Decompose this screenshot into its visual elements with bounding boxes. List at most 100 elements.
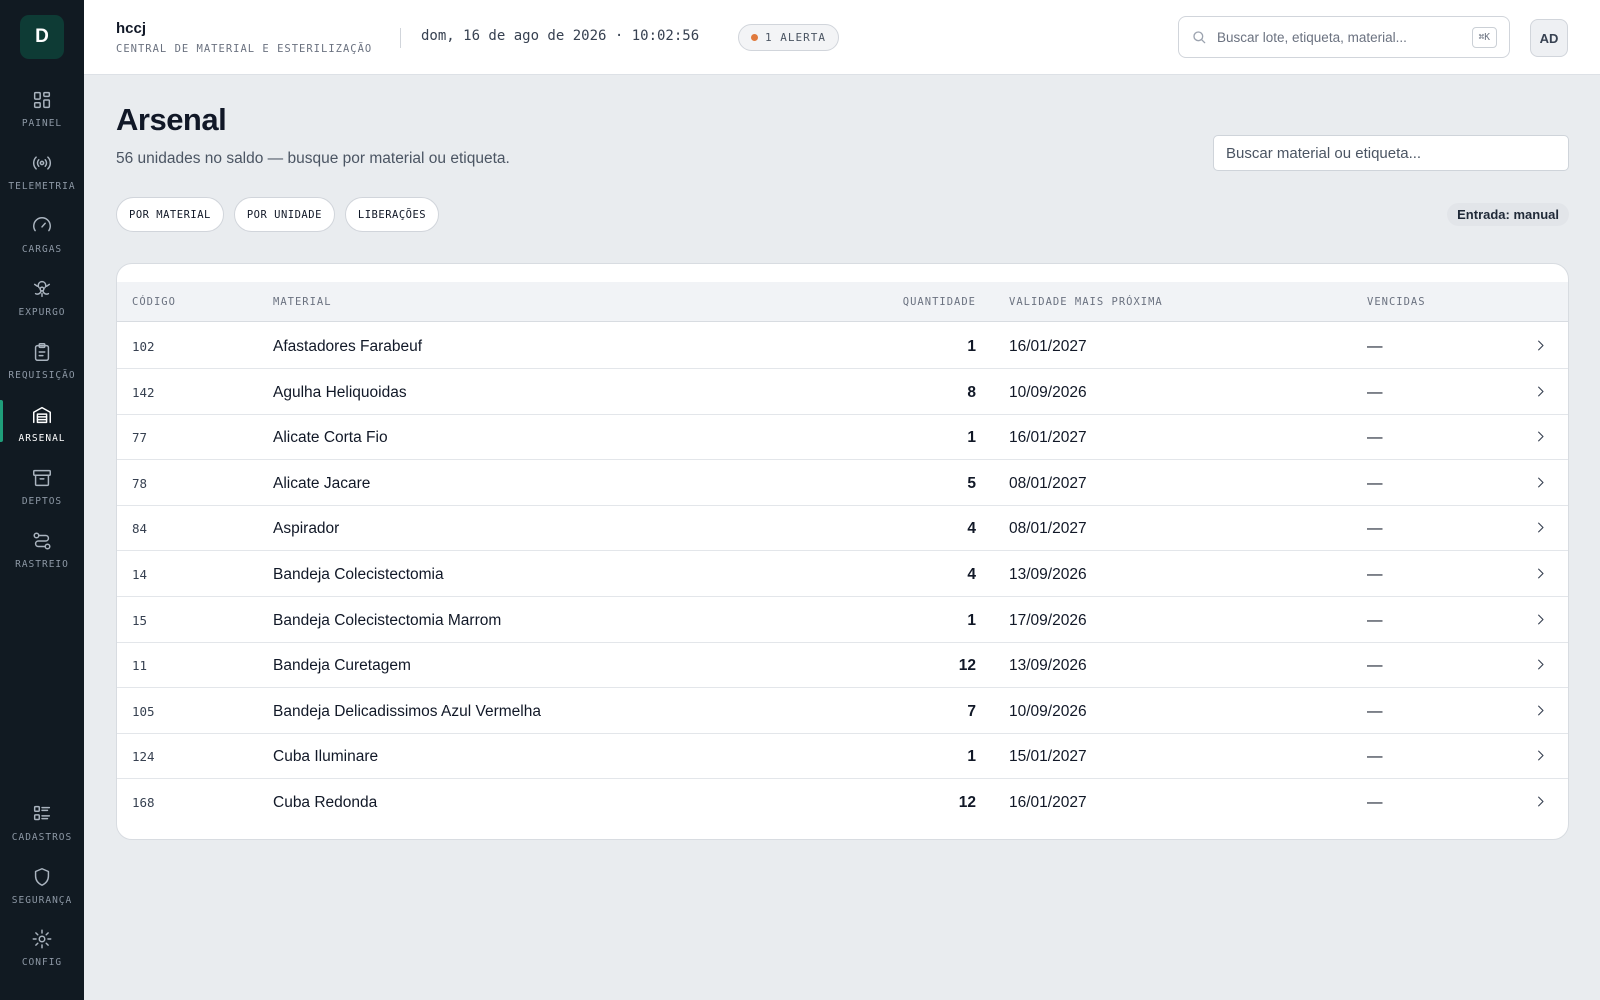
global-search-input[interactable]	[1217, 29, 1457, 45]
sidebar-item-painel[interactable]: PAINEL	[0, 79, 84, 139]
app-logo[interactable]: D	[20, 15, 64, 59]
cell-validity: 16/01/2027	[1009, 794, 1087, 811]
chevron-right-icon[interactable]	[1533, 748, 1548, 763]
sidebar: D PAINEL TELEMETRIA CARGAS EXPURGO REQUI…	[0, 0, 84, 1000]
grid-icon	[33, 91, 51, 109]
table-row[interactable]: 78 Alicate Jacare 5 08/01/2027 —	[117, 460, 1568, 506]
chevron-right-icon[interactable]	[1533, 657, 1548, 672]
cell-expired: —	[1367, 383, 1383, 401]
column-header-code[interactable]: CÓDIGO	[132, 296, 176, 308]
sidebar-item-label: EXPURGO	[18, 307, 66, 318]
list-icon	[33, 805, 51, 821]
table-row[interactable]: 77 Alicate Corta Fio 1 16/01/2027 —	[117, 414, 1568, 461]
sidebar-item-seguranca[interactable]: SEGURANÇA	[0, 856, 84, 916]
entry-mode-badge: Entrada: manual	[1447, 203, 1569, 226]
current-datetime: dom, 16 de ago de 2026 · 10:02:56	[421, 28, 700, 44]
header-divider	[400, 28, 401, 48]
table-row[interactable]: 124 Cuba Iluminare 1 15/01/2027 —	[117, 733, 1568, 780]
column-header-validity[interactable]: VALIDADE MAIS PRÓXIMA	[1009, 296, 1163, 308]
cell-quantity: 5	[967, 474, 976, 492]
sidebar-item-cargas[interactable]: CARGAS	[0, 205, 84, 265]
cell-quantity: 4	[967, 520, 976, 538]
cell-material: Cuba Redonda	[273, 794, 378, 811]
sidebar-item-rastreio[interactable]: RASTREIO	[0, 520, 84, 580]
sidebar-item-label: REQUISIÇÃO	[8, 370, 76, 381]
top-header: hccj CENTRAL DE MATERIAL E ESTERILIZAÇÃO…	[84, 0, 1600, 75]
shield-icon	[34, 868, 50, 886]
arsenal-table: CÓDIGO MATERIAL QUANTIDADE VALIDADE MAIS…	[116, 263, 1569, 840]
table-row[interactable]: 102 Afastadores Farabeuf 1 16/01/2027 —	[117, 323, 1568, 369]
view-tabs: POR MATERIAL POR UNIDADE LIBERAÇÕES	[116, 197, 440, 232]
cell-material: Alicate Corta Fio	[273, 429, 388, 447]
chevron-right-icon[interactable]	[1533, 566, 1548, 581]
clipboard-icon	[34, 343, 50, 361]
cell-validity: 15/01/2027	[1009, 748, 1087, 766]
cell-expired: —	[1367, 429, 1383, 447]
org-subtitle: CENTRAL DE MATERIAL E ESTERILIZAÇÃO	[116, 43, 373, 55]
chevron-right-icon[interactable]	[1533, 794, 1548, 809]
sidebar-item-requisicao[interactable]: REQUISIÇÃO	[0, 331, 84, 391]
cell-quantity: 7	[967, 702, 976, 720]
sidebar-item-arsenal[interactable]: ARSENAL	[0, 394, 84, 454]
warehouse-icon	[33, 406, 51, 424]
cell-validity: 10/09/2026	[1009, 702, 1087, 720]
route-icon	[33, 532, 51, 550]
sidebar-item-label: SEGURANÇA	[11, 895, 73, 906]
cell-quantity: 1	[967, 748, 976, 766]
material-search-input[interactable]	[1213, 135, 1569, 171]
cell-material: Bandeja Curetagem	[273, 657, 411, 675]
tab-por-material[interactable]: POR MATERIAL	[116, 197, 224, 232]
chevron-right-icon[interactable]	[1533, 429, 1548, 444]
table-header: CÓDIGO MATERIAL QUANTIDADE VALIDADE MAIS…	[117, 282, 1568, 322]
chevron-right-icon[interactable]	[1533, 703, 1548, 718]
chevron-right-icon[interactable]	[1533, 612, 1548, 627]
column-header-expired[interactable]: VENCIDAS	[1367, 296, 1426, 308]
sidebar-item-config[interactable]: CONFIG	[0, 918, 84, 978]
cell-quantity: 12	[958, 657, 976, 675]
sidebar-item-telemetria[interactable]: TELEMETRIA	[0, 142, 84, 202]
table-row[interactable]: 14 Bandeja Colecistectomia 4 13/09/2026 —	[117, 551, 1568, 597]
cell-quantity: 12	[958, 794, 976, 811]
sidebar-item-deptos[interactable]: DEPTOS	[0, 457, 84, 517]
cell-quantity: 1	[967, 338, 976, 355]
sidebar-item-label: RASTREIO	[15, 559, 69, 570]
tab-liberacoes[interactable]: LIBERAÇÕES	[344, 197, 440, 232]
cell-validity: 16/01/2027	[1009, 429, 1087, 447]
biohazard-icon	[33, 280, 51, 298]
table-row[interactable]: 11 Bandeja Curetagem 12 13/09/2026 —	[117, 642, 1568, 689]
cell-quantity: 8	[967, 383, 976, 401]
table-row[interactable]: 168 Cuba Redonda 12 16/01/2027 —	[117, 779, 1568, 825]
sidebar-item-label: CONFIG	[21, 957, 63, 968]
alert-badge[interactable]: 1 ALERTA	[738, 24, 839, 51]
cell-expired: —	[1367, 474, 1383, 492]
chevron-right-icon[interactable]	[1533, 338, 1548, 353]
chevron-right-icon[interactable]	[1533, 475, 1548, 490]
cell-code: 102	[132, 339, 155, 354]
cell-material: Cuba Iluminare	[273, 748, 379, 766]
archive-box-icon	[33, 469, 51, 487]
user-avatar[interactable]: AD	[1530, 19, 1568, 57]
table-row[interactable]: 15 Bandeja Colecistectomia Marrom 1 17/09/2…	[117, 597, 1568, 643]
table-row[interactable]: 142 Agulha Heliquoidas 8 10/09/2026 —	[117, 369, 1568, 415]
cell-validity: 13/09/2026	[1009, 566, 1087, 583]
cell-expired: —	[1367, 338, 1383, 355]
cell-validity: 08/01/2027	[1009, 520, 1087, 538]
column-header-material[interactable]: MATERIAL	[273, 296, 332, 308]
table-row[interactable]: 105 Bandeja Delicadissimos Azul Vermelha 7…	[117, 688, 1568, 734]
cell-code: 11	[132, 658, 148, 674]
chevron-right-icon[interactable]	[1533, 520, 1548, 535]
shortcut-hint: ⌘K	[1471, 27, 1497, 48]
alert-label: 1 ALERTA	[765, 31, 826, 44]
global-search[interactable]: ⌘K	[1178, 16, 1510, 58]
cell-quantity: 1	[967, 429, 976, 447]
sidebar-item-cadastros[interactable]: CADASTROS	[0, 793, 84, 853]
tab-por-unidade[interactable]: POR UNIDADE	[233, 197, 335, 232]
cell-validity: 13/09/2026	[1009, 657, 1087, 675]
column-header-quantity[interactable]: QUANTIDADE	[903, 296, 976, 308]
chevron-right-icon[interactable]	[1533, 384, 1548, 399]
sidebar-item-expurgo[interactable]: EXPURGO	[0, 268, 84, 328]
table-row[interactable]: 84 Aspirador 4 08/01/2027 —	[117, 505, 1568, 552]
cell-expired: —	[1367, 566, 1383, 583]
gear-icon	[32, 929, 52, 949]
cell-material: Alicate Jacare	[273, 474, 371, 492]
